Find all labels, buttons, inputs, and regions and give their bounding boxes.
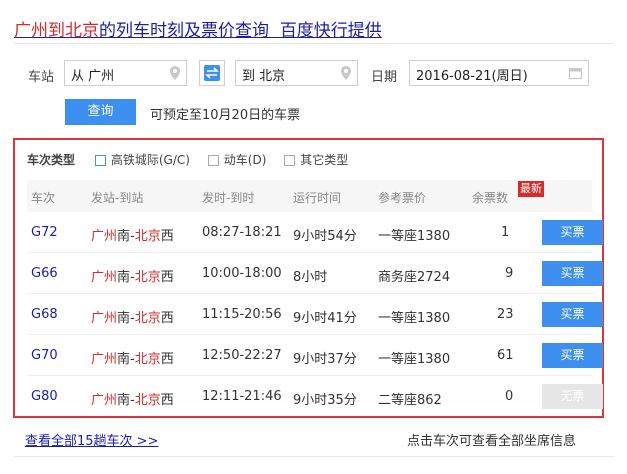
price: 一等座1380	[378, 229, 451, 244]
stations: 广州南-北京西	[91, 270, 174, 285]
table-row: G72 广州南-北京西 08:27-18:21 9小时54分 一等座1380 1…	[27, 212, 603, 253]
buy-ticket-button[interactable]: 买票	[542, 343, 603, 368]
col-duration: 运行时间	[293, 191, 342, 205]
train-number[interactable]: G70	[31, 348, 58, 363]
results-panel: 车次类型 高铁城际(G/C) 动车(D) 其它类型 车次 发站-到站 发时-到时…	[13, 138, 604, 418]
filter-label-d: 动车(D)	[223, 153, 267, 167]
remaining: 61	[497, 348, 514, 363]
filter-checkbox-other[interactable]	[284, 155, 296, 166]
col-price: 参考票价	[378, 191, 427, 205]
duration: 9小时54分	[293, 229, 357, 244]
duration: 9小时37分	[293, 352, 357, 367]
table-header: 车次 发站-到站 发时-到时 运行时间 参考票价 余票数 最新	[27, 180, 592, 212]
title-to: 北京	[65, 21, 99, 41]
stations: 广州南-北京西	[91, 229, 174, 244]
calendar-icon	[569, 68, 582, 79]
from-station-input[interactable]: 从 广州	[64, 60, 187, 86]
filter-label-other: 其它类型	[300, 153, 349, 167]
remaining: 23	[497, 307, 514, 322]
times: 12:50-22:27	[202, 348, 282, 363]
remaining: 9	[505, 266, 514, 281]
times: 11:15-20:56	[202, 307, 282, 322]
station-label: 车站	[28, 70, 55, 85]
title-rest: 的列车时刻及票价查询	[99, 21, 269, 41]
title-to-word: 到	[48, 21, 65, 41]
col-stations: 发站-到站	[91, 191, 144, 205]
location-pin-icon	[170, 66, 180, 80]
to-station-value: 到 北京	[242, 69, 286, 84]
filter-checkbox-gc[interactable]	[94, 155, 106, 166]
table-row: G66 广州南-北京西 10:00-18:00 8小时 商务座2724 9 买票	[27, 253, 603, 294]
footer-divider	[14, 456, 614, 457]
date-value: 2016-08-21(周日)	[416, 69, 528, 84]
view-all-trains-link[interactable]: 查看全部15趟车次 >>	[25, 430, 158, 449]
price: 一等座1380	[378, 352, 451, 367]
train-number[interactable]: G80	[31, 389, 58, 404]
stations: 广州南-北京西	[91, 311, 174, 326]
title-divider	[14, 43, 614, 44]
filter-checkbox-d[interactable]	[207, 155, 219, 166]
query-button[interactable]: 查询	[65, 99, 136, 125]
location-pin-icon	[341, 66, 351, 80]
filter-label-gc: 高铁城际(G/C)	[110, 153, 190, 167]
buy-ticket-button[interactable]: 买票	[542, 261, 603, 286]
swap-stations-button[interactable]	[199, 60, 225, 86]
train-number[interactable]: G66	[31, 266, 58, 281]
new-badge: 最新	[518, 181, 544, 197]
filter-label: 车次类型	[27, 153, 76, 167]
table-row: G68 广州南-北京西 11:15-20:56 9小时41分 一等座1380 2…	[27, 294, 603, 335]
duration: 9小时35分	[293, 393, 357, 408]
times: 10:00-18:00	[202, 266, 282, 281]
date-input[interactable]: 2016-08-21(周日)	[409, 60, 589, 86]
swap-arrows-icon	[204, 65, 220, 81]
buy-ticket-button[interactable]: 买票	[542, 220, 603, 245]
remaining: 0	[505, 389, 514, 404]
buy-ticket-button[interactable]: 买票	[542, 302, 603, 327]
col-train: 车次	[31, 191, 56, 205]
train-number[interactable]: G68	[31, 307, 58, 322]
duration: 9小时41分	[293, 311, 357, 326]
table-row: G80 广州南-北京西 12:11-21:46 9小时35分 二等座862 0 …	[27, 376, 603, 416]
train-number[interactable]: G72	[31, 225, 58, 240]
col-times: 发时-到时	[202, 191, 255, 205]
train-type-filters: 车次类型 高铁城际(G/C) 动车(D) 其它类型	[27, 151, 348, 168]
date-label: 日期	[371, 70, 398, 85]
times: 12:11-21:46	[202, 389, 282, 404]
stations: 广州南-北京西	[91, 393, 174, 408]
sold-out-button: 无票	[542, 384, 603, 409]
price: 一等座1380	[378, 311, 451, 326]
to-station-input[interactable]: 到 北京	[235, 60, 358, 86]
duration: 8小时	[293, 270, 328, 285]
col-remaining: 余票数	[472, 191, 509, 205]
stations: 广州南-北京西	[91, 352, 174, 367]
times: 08:27-18:21	[202, 225, 282, 240]
page-title[interactable]: 广州到北京的列车时刻及票价查询 百度快行提供	[14, 16, 382, 41]
table-row: G70 广州南-北京西 12:50-22:27 9小时37分 一等座1380 6…	[27, 335, 603, 376]
price: 二等座862	[378, 393, 442, 408]
presale-note: 可预定至10月20日的车票	[150, 108, 301, 123]
from-station-value: 从 广州	[71, 69, 115, 84]
title-from: 广州	[14, 21, 48, 41]
price: 商务座2724	[378, 270, 451, 285]
remaining: 1	[501, 225, 510, 240]
seat-info-hint: 点击车次可查看全部坐席信息	[407, 434, 577, 449]
title-provider: 百度快行提供	[279, 21, 382, 41]
